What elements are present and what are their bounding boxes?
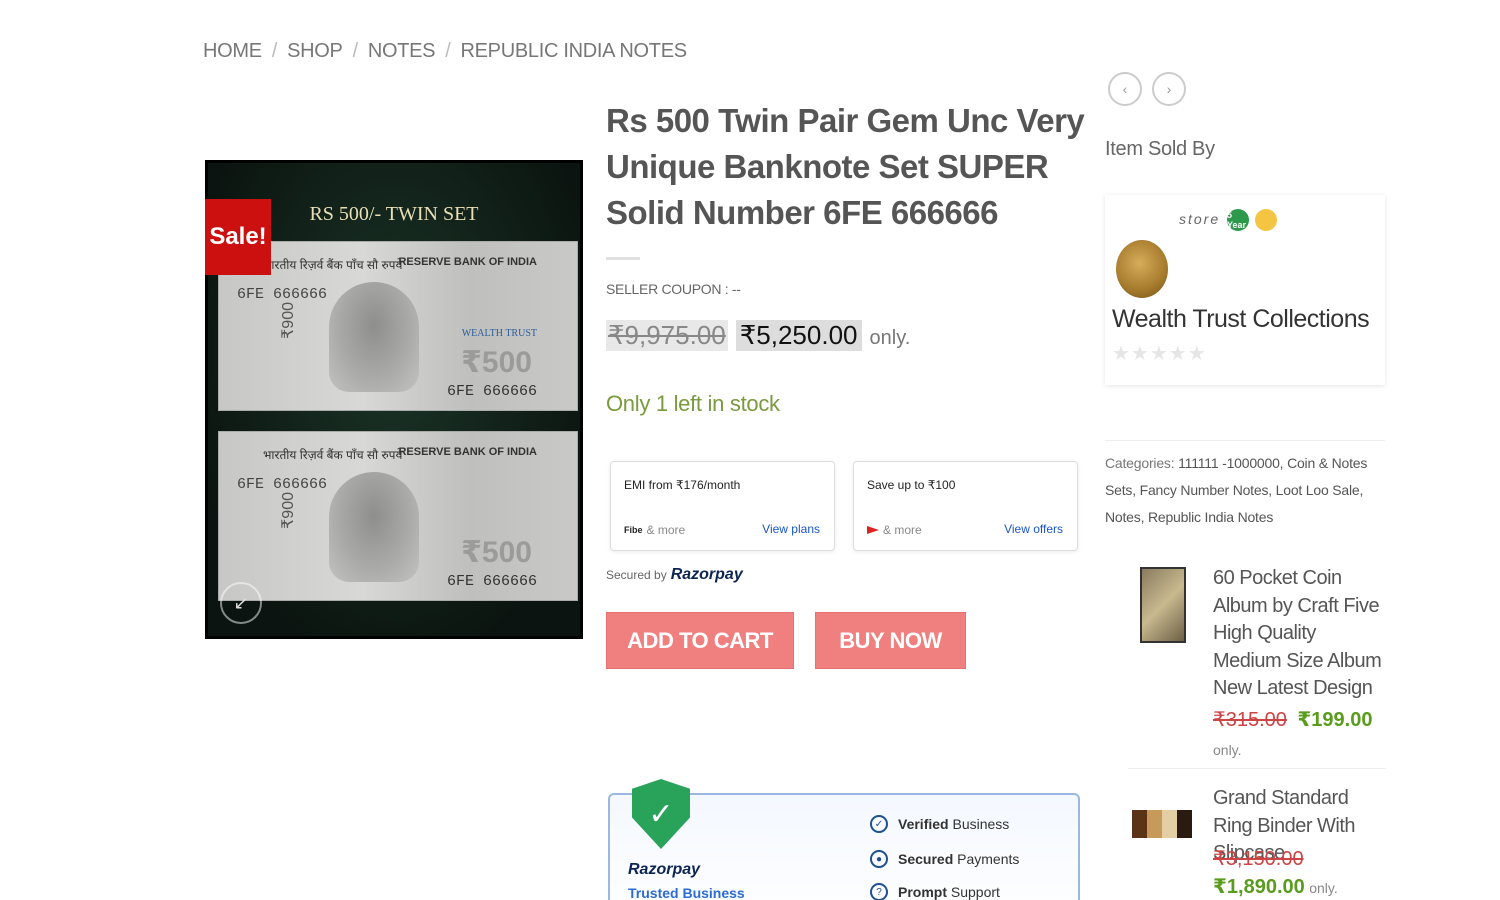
expand-icon[interactable]: ↙ bbox=[220, 582, 262, 624]
gold-badge-icon bbox=[1255, 209, 1277, 231]
related-new-price: ₹199.00 bbox=[1297, 709, 1373, 731]
sidebar-divider bbox=[1105, 440, 1385, 441]
note-serial: 6FE 666666 bbox=[237, 476, 328, 493]
offers-providers: & more bbox=[867, 523, 922, 537]
verified-icon: ✓ bbox=[870, 815, 888, 833]
buy-now-button[interactable]: BUY NOW bbox=[815, 612, 966, 669]
price-suffix: only. bbox=[1309, 880, 1338, 896]
related-price-suffix: only. bbox=[1213, 742, 1242, 760]
feature-bold: Verified bbox=[898, 816, 949, 832]
product-title: Rs 500 Twin Pair Gem Unc Very Unique Ban… bbox=[606, 102, 1085, 231]
feature-bold: Prompt bbox=[898, 884, 947, 900]
feature-text: Payments bbox=[957, 851, 1020, 867]
sold-by-heading: Item Sold By bbox=[1105, 138, 1215, 160]
note-serial: 6FE 666666 bbox=[446, 383, 537, 400]
store-name[interactable]: Wealth Trust Collections bbox=[1112, 305, 1370, 334]
related-new-price-line: ₹1,890.00 only. bbox=[1213, 874, 1338, 899]
razorpay-logo: Razorpay bbox=[670, 566, 743, 583]
note-serial: 6FE 666666 bbox=[446, 573, 537, 590]
trust-tagline: Trusted Business bbox=[628, 885, 745, 900]
note-denomination: ₹500 bbox=[461, 536, 532, 569]
seller-coupon: SELLER COUPON : -- bbox=[606, 281, 741, 297]
note-vertical-denom: ₹900 bbox=[280, 302, 297, 339]
product-thumbnail[interactable] bbox=[1132, 810, 1192, 838]
secured-label: Secured by bbox=[606, 568, 667, 582]
note-portrait bbox=[329, 472, 419, 582]
secured-by: Secured by Razorpay bbox=[606, 566, 743, 584]
breadcrumb-home[interactable]: HOME bbox=[203, 40, 262, 63]
related-old-price: ₹3,150.00 bbox=[1213, 848, 1304, 870]
emi-more-text: & more bbox=[646, 523, 686, 537]
feature-text: Support bbox=[950, 884, 1000, 900]
related-product-price: ₹315.00 ₹199.00 bbox=[1213, 707, 1372, 732]
lock-icon: ● bbox=[870, 850, 888, 868]
banknote-bottom: भारतीय रिज़र्व बैंक पाँच सौ रुपये RESERV… bbox=[218, 431, 578, 601]
emi-providers: Fibe & more bbox=[624, 523, 685, 537]
razorpay-trust-badge: ✓ Razorpay Trusted Business ✓ Verified B… bbox=[608, 779, 1080, 900]
note-bank-name: RESERVE BANK OF INDIA bbox=[398, 446, 537, 458]
feature-text: Business bbox=[952, 816, 1010, 832]
view-plans-link[interactable]: View plans bbox=[762, 522, 820, 536]
breadcrumb-shop[interactable]: SHOP bbox=[287, 40, 343, 63]
related-product-name[interactable]: 60 Pocket Coin Album by Craft Five High … bbox=[1213, 565, 1388, 703]
store-rating: ★★★★★ bbox=[1112, 343, 1207, 365]
emi-heading: EMI from ₹176/month bbox=[624, 478, 741, 492]
view-offers-link[interactable]: View offers bbox=[1004, 522, 1063, 536]
years-badge: 5 Year bbox=[1227, 209, 1249, 231]
price-suffix: only. bbox=[869, 327, 911, 349]
feature-bold: Secured bbox=[898, 851, 954, 867]
store-label: store bbox=[1179, 211, 1221, 227]
breadcrumb-separator: / bbox=[271, 40, 278, 62]
note-denomination: ₹500 bbox=[461, 346, 532, 379]
offer-bank-icon bbox=[867, 526, 879, 534]
note-watermark: WEALTH TRUST bbox=[461, 328, 537, 339]
add-to-cart-button[interactable]: ADD TO CART bbox=[606, 612, 794, 669]
feature-verified: ✓ Verified Business bbox=[870, 815, 1009, 833]
product-thumbnail[interactable] bbox=[1140, 567, 1186, 643]
store-avatar bbox=[1116, 240, 1168, 298]
shield-icon: ✓ bbox=[632, 779, 690, 849]
breadcrumb-category[interactable]: REPUBLIC INDIA NOTES bbox=[461, 40, 688, 63]
offers-heading: Save up to ₹100 bbox=[867, 478, 956, 492]
breadcrumb-separator: / bbox=[352, 40, 359, 62]
chevron-left-icon[interactable]: ‹ bbox=[1108, 72, 1142, 106]
sale-badge: Sale! bbox=[205, 199, 271, 275]
offers-more-text: & more bbox=[883, 523, 922, 537]
categories-label: Categories: bbox=[1105, 455, 1175, 471]
product-categories: Categories: 111111 -1000000, Coin & Note… bbox=[1105, 450, 1387, 531]
offers-widget[interactable]: Save up to ₹100 & more View offers bbox=[853, 461, 1078, 551]
sale-price: ₹5,250.00 bbox=[735, 320, 862, 351]
price-suffix: only. bbox=[1213, 742, 1242, 758]
feature-support: ? Prompt Support bbox=[870, 883, 1000, 900]
chevron-right-icon[interactable]: › bbox=[1152, 72, 1186, 106]
old-price: ₹9,975.00 bbox=[606, 320, 728, 351]
note-vertical-denom: ₹900 bbox=[280, 492, 297, 529]
support-icon: ? bbox=[870, 883, 888, 900]
related-new-price: ₹1,890.00 bbox=[1213, 876, 1305, 898]
related-divider bbox=[1128, 768, 1386, 769]
note-portrait bbox=[329, 282, 419, 392]
note-hindi-text: भारतीय रिज़र्व बैंक पाँच सौ रुपये bbox=[263, 448, 403, 462]
product-price: ₹9,975.00 ₹5,250.00 only. bbox=[606, 320, 910, 351]
breadcrumb: HOME / SHOP / NOTES / REPUBLIC INDIA NOT… bbox=[203, 40, 687, 63]
note-serial: 6FE 666666 bbox=[237, 286, 328, 303]
note-hindi-text: भारतीय रिज़र्व बैंक पाँच सौ रुपये bbox=[263, 258, 403, 272]
banknote-top: भारतीय रिज़र्व बैंक पाँच सौ रुपये RESERV… bbox=[218, 241, 578, 411]
related-old-price: ₹315.00 bbox=[1213, 709, 1287, 731]
related-old-price-line: ₹3,150.00 bbox=[1213, 846, 1304, 871]
breadcrumb-separator: / bbox=[445, 40, 451, 62]
trust-brand: Razorpay bbox=[628, 861, 701, 878]
fibe-logo: Fibe bbox=[624, 525, 643, 535]
feature-secured: ● Secured Payments bbox=[870, 850, 1019, 868]
stock-status: Only 1 left in stock bbox=[606, 391, 780, 416]
emi-widget[interactable]: EMI from ₹176/month Fibe & more View pla… bbox=[610, 461, 835, 551]
store-card[interactable]: store 5 Year Wealth Trust Collections ★★… bbox=[1105, 195, 1385, 385]
title-divider bbox=[606, 257, 640, 260]
breadcrumb-notes[interactable]: NOTES bbox=[368, 40, 436, 63]
note-bank-name: RESERVE BANK OF INDIA bbox=[398, 256, 537, 268]
